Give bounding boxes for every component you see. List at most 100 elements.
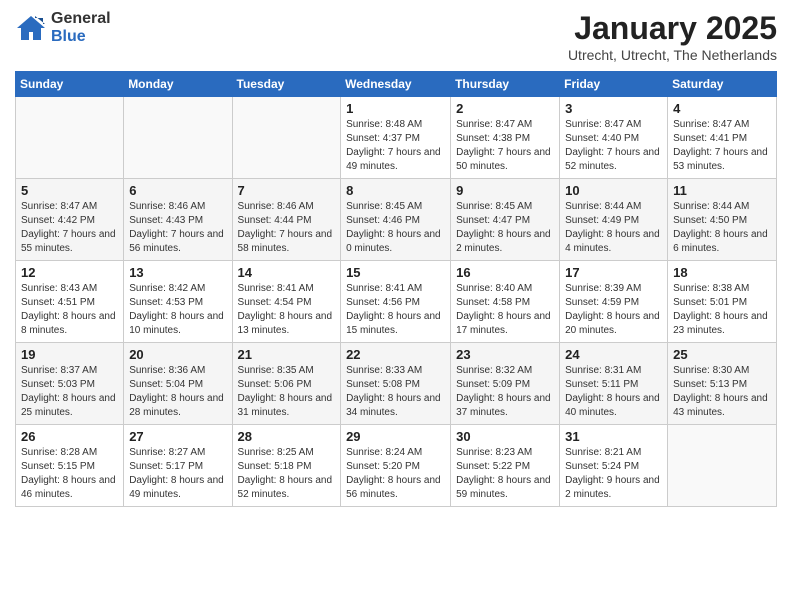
day-number: 4 [673, 101, 771, 116]
day-info: Sunrise: 8:32 AM Sunset: 5:09 PM Dayligh… [456, 364, 554, 420]
day-number: 19 [21, 347, 118, 362]
day-info: Sunrise: 8:41 AM Sunset: 4:56 PM Dayligh… [346, 282, 445, 338]
calendar-cell: 8Sunrise: 8:45 AM Sunset: 4:46 PM Daylig… [341, 179, 451, 261]
day-info: Sunrise: 8:44 AM Sunset: 4:50 PM Dayligh… [673, 200, 771, 256]
day-number: 22 [346, 347, 445, 362]
calendar-cell: 25 Sunrise: 8:30 AM Sunset: 5:13 PM Dayli… [668, 343, 777, 425]
title-block: January 2025 Utrecht, Utrecht, The Nethe… [568, 10, 777, 63]
day-info: Sunrise: 8:43 AM Sunset: 4:51 PM Dayligh… [21, 282, 118, 338]
calendar-week-row: 19 Sunrise: 8:37 AM Sunset: 5:03 PM Dayli… [16, 343, 777, 425]
day-info: Sunrise: 8:38 AM Sunset: 5:01 PM Dayligh… [673, 282, 771, 338]
calendar-cell: 21 Sunrise: 8:35 AM Sunset: 5:06 PM Dayli… [232, 343, 341, 425]
logo-icon [15, 14, 47, 42]
calendar-cell [232, 97, 341, 179]
calendar-cell: 14Sunrise: 8:41 AM Sunset: 4:54 PM Dayli… [232, 261, 341, 343]
calendar-cell: 20 Sunrise: 8:36 AM Sunset: 5:04 PM Dayli… [124, 343, 232, 425]
day-number: 6 [129, 183, 226, 198]
day-info: Sunrise: 8:42 AM Sunset: 4:53 PM Dayligh… [129, 282, 226, 338]
day-number: 21 [238, 347, 336, 362]
day-info: Sunrise: 8:23 AM Sunset: 5:22 PM Dayligh… [456, 446, 554, 502]
day-number: 10 [565, 183, 662, 198]
calendar-cell: 10 Sunrise: 8:44 AM Sunset: 4:49 PM Dayli… [560, 179, 668, 261]
calendar-week-row: 12 Sunrise: 8:43 AM Sunset: 4:51 PM Dayli… [16, 261, 777, 343]
day-number: 15 [346, 265, 445, 280]
calendar-cell: 24 Sunrise: 8:31 AM Sunset: 5:11 PM Dayli… [560, 343, 668, 425]
day-number: 16 [456, 265, 554, 280]
calendar-cell: 13 Sunrise: 8:42 AM Sunset: 4:53 PM Dayli… [124, 261, 232, 343]
calendar-cell: 29Sunrise: 8:24 AM Sunset: 5:20 PM Dayli… [341, 425, 451, 507]
day-info: Sunrise: 8:31 AM Sunset: 5:11 PM Dayligh… [565, 364, 662, 420]
weekday-header-monday: Monday [124, 72, 232, 97]
calendar-cell: 15 Sunrise: 8:41 AM Sunset: 4:56 PM Dayli… [341, 261, 451, 343]
calendar-cell: 1 Sunrise: 8:48 AM Sunset: 4:37 PM Daylig… [341, 97, 451, 179]
day-number: 5 [21, 183, 118, 198]
calendar-cell: 9Sunrise: 8:45 AM Sunset: 4:47 PM Daylig… [451, 179, 560, 261]
calendar-cell: 6 Sunrise: 8:46 AM Sunset: 4:43 PM Daylig… [124, 179, 232, 261]
day-number: 20 [129, 347, 226, 362]
day-number: 2 [456, 101, 554, 116]
location: Utrecht, Utrecht, The Netherlands [568, 47, 777, 63]
calendar-cell: 18Sunrise: 8:38 AM Sunset: 5:01 PM Dayli… [668, 261, 777, 343]
day-number: 7 [238, 183, 336, 198]
calendar-cell: 30 Sunrise: 8:23 AM Sunset: 5:22 PM Dayli… [451, 425, 560, 507]
calendar-cell: 11Sunrise: 8:44 AM Sunset: 4:50 PM Dayli… [668, 179, 777, 261]
day-number: 25 [673, 347, 771, 362]
calendar-cell: 26 Sunrise: 8:28 AM Sunset: 5:15 PM Dayli… [16, 425, 124, 507]
day-number: 13 [129, 265, 226, 280]
day-info: Sunrise: 8:47 AM Sunset: 4:40 PM Dayligh… [565, 118, 662, 174]
day-number: 27 [129, 429, 226, 444]
day-number: 24 [565, 347, 662, 362]
calendar-cell: 3Sunrise: 8:47 AM Sunset: 4:40 PM Daylig… [560, 97, 668, 179]
day-info: Sunrise: 8:30 AM Sunset: 5:13 PM Dayligh… [673, 364, 771, 420]
weekday-header-sunday: Sunday [16, 72, 124, 97]
weekday-header-friday: Friday [560, 72, 668, 97]
logo: General Blue [15, 10, 111, 46]
day-info: Sunrise: 8:44 AM Sunset: 4:49 PM Dayligh… [565, 200, 662, 256]
day-info: Sunrise: 8:47 AM Sunset: 4:42 PM Dayligh… [21, 200, 118, 256]
calendar-cell: 17 Sunrise: 8:39 AM Sunset: 4:59 PM Dayli… [560, 261, 668, 343]
day-info: Sunrise: 8:33 AM Sunset: 5:08 PM Dayligh… [346, 364, 445, 420]
day-number: 12 [21, 265, 118, 280]
day-number: 30 [456, 429, 554, 444]
day-number: 23 [456, 347, 554, 362]
day-number: 17 [565, 265, 662, 280]
day-info: Sunrise: 8:21 AM Sunset: 5:24 PM Dayligh… [565, 446, 662, 502]
calendar-cell: 12 Sunrise: 8:43 AM Sunset: 4:51 PM Dayli… [16, 261, 124, 343]
day-info: Sunrise: 8:47 AM Sunset: 4:41 PM Dayligh… [673, 118, 771, 174]
day-info: Sunrise: 8:40 AM Sunset: 4:58 PM Dayligh… [456, 282, 554, 338]
logo-text: General Blue [51, 10, 111, 46]
day-info: Sunrise: 8:37 AM Sunset: 5:03 PM Dayligh… [21, 364, 118, 420]
calendar-cell: 2Sunrise: 8:47 AM Sunset: 4:38 PM Daylig… [451, 97, 560, 179]
day-number: 14 [238, 265, 336, 280]
day-info: Sunrise: 8:46 AM Sunset: 4:44 PM Dayligh… [238, 200, 336, 256]
calendar-cell: 7 Sunrise: 8:46 AM Sunset: 4:44 PM Daylig… [232, 179, 341, 261]
weekday-header-saturday: Saturday [668, 72, 777, 97]
day-info: Sunrise: 8:45 AM Sunset: 4:47 PM Dayligh… [456, 200, 554, 256]
day-info: Sunrise: 8:48 AM Sunset: 4:37 PM Dayligh… [346, 118, 445, 174]
calendar-cell [668, 425, 777, 507]
day-info: Sunrise: 8:27 AM Sunset: 5:17 PM Dayligh… [129, 446, 226, 502]
calendar-cell: 22 Sunrise: 8:33 AM Sunset: 5:08 PM Dayli… [341, 343, 451, 425]
calendar-cell: 23 Sunrise: 8:32 AM Sunset: 5:09 PM Dayli… [451, 343, 560, 425]
day-info: Sunrise: 8:39 AM Sunset: 4:59 PM Dayligh… [565, 282, 662, 338]
day-info: Sunrise: 8:46 AM Sunset: 4:43 PM Dayligh… [129, 200, 226, 256]
month-title: January 2025 [568, 10, 777, 47]
day-info: Sunrise: 8:35 AM Sunset: 5:06 PM Dayligh… [238, 364, 336, 420]
calendar-cell [124, 97, 232, 179]
calendar-cell: 27 Sunrise: 8:27 AM Sunset: 5:17 PM Dayli… [124, 425, 232, 507]
calendar-week-row: 5 Sunrise: 8:47 AM Sunset: 4:42 PM Daylig… [16, 179, 777, 261]
calendar-cell: 4 Sunrise: 8:47 AM Sunset: 4:41 PM Daylig… [668, 97, 777, 179]
day-info: Sunrise: 8:24 AM Sunset: 5:20 PM Dayligh… [346, 446, 445, 502]
day-info: Sunrise: 8:28 AM Sunset: 5:15 PM Dayligh… [21, 446, 118, 502]
day-info: Sunrise: 8:36 AM Sunset: 5:04 PM Dayligh… [129, 364, 226, 420]
calendar-cell [16, 97, 124, 179]
weekday-header-wednesday: Wednesday [341, 72, 451, 97]
weekday-header-thursday: Thursday [451, 72, 560, 97]
day-number: 1 [346, 101, 445, 116]
calendar-cell: 16 Sunrise: 8:40 AM Sunset: 4:58 PM Dayli… [451, 261, 560, 343]
day-number: 26 [21, 429, 118, 444]
calendar-header-row: SundayMondayTuesdayWednesdayThursdayFrid… [16, 72, 777, 97]
weekday-header-tuesday: Tuesday [232, 72, 341, 97]
day-info: Sunrise: 8:45 AM Sunset: 4:46 PM Dayligh… [346, 200, 445, 256]
calendar-cell: 19 Sunrise: 8:37 AM Sunset: 5:03 PM Dayli… [16, 343, 124, 425]
